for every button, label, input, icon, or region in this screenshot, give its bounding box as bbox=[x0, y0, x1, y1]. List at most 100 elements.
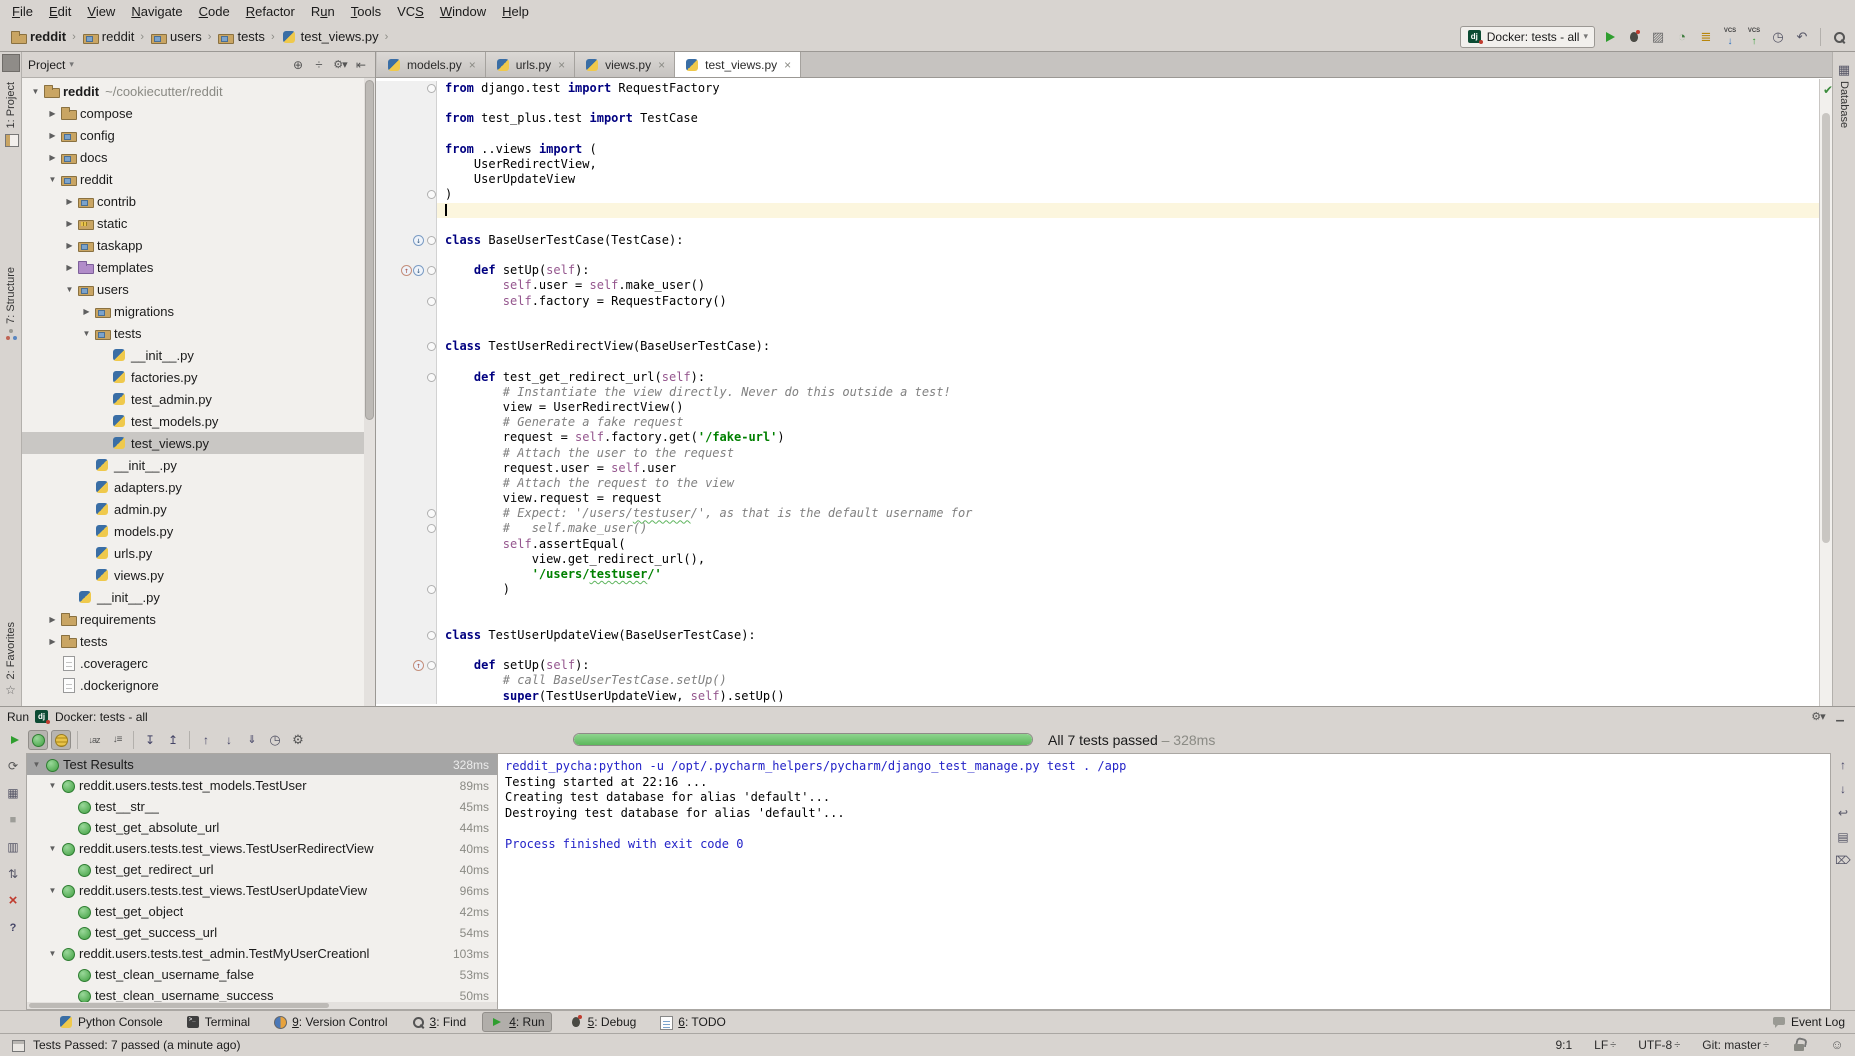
tree-item-templates[interactable]: ▶templates bbox=[22, 256, 375, 278]
fold-marker[interactable] bbox=[426, 81, 437, 96]
test-tree-item-reddit.users.tests.test_views.TestUserUpdateView[interactable]: ▼reddit.users.tests.test_views.TestUserU… bbox=[27, 880, 497, 901]
toggle-auto-test-icon[interactable] bbox=[5, 758, 21, 774]
code-editor[interactable]: from django.test import RequestFactoryfr… bbox=[376, 78, 1819, 706]
expand-all-icon[interactable] bbox=[140, 730, 160, 750]
code-line[interactable] bbox=[376, 248, 1819, 263]
tool-window-tab-terminal[interactable]: Terminal bbox=[179, 1013, 256, 1031]
overrides-marker-icon[interactable]: ↑ bbox=[401, 265, 412, 276]
tree-expand-arrow[interactable]: ▼ bbox=[28, 87, 43, 96]
settings-gear-icon[interactable] bbox=[332, 57, 348, 73]
code-line[interactable]: from ..views import ( bbox=[376, 142, 1819, 157]
tool-window-tab-3-find[interactable]: 3: Find bbox=[404, 1013, 473, 1031]
tree-item-static[interactable]: ▶static bbox=[22, 212, 375, 234]
tree-item-requirements[interactable]: ▶requirements bbox=[22, 608, 375, 630]
tree-item-tests[interactable]: ▶tests bbox=[22, 630, 375, 652]
fold-marker[interactable] bbox=[426, 658, 437, 673]
next-failed-test-icon[interactable] bbox=[219, 730, 239, 750]
tree-item-compose[interactable]: ▶compose bbox=[22, 102, 375, 124]
code-line[interactable] bbox=[376, 218, 1819, 233]
test-history-icon[interactable] bbox=[265, 730, 285, 750]
tree-expand-arrow[interactable]: ▼ bbox=[45, 175, 60, 184]
search-everywhere-icon[interactable] bbox=[1831, 29, 1847, 45]
breadcrumb-item[interactable]: reddit bbox=[8, 28, 68, 46]
hide-panel-icon[interactable] bbox=[353, 57, 369, 73]
collapse-all-icon[interactable] bbox=[311, 57, 327, 73]
tree-expand-arrow[interactable]: ▼ bbox=[45, 949, 60, 958]
menu-item-tools[interactable]: Tools bbox=[343, 2, 389, 21]
code-line[interactable]: from test_plus.test import TestCase bbox=[376, 111, 1819, 126]
tool-window-tab-6-todo[interactable]: 6: TODO bbox=[652, 1013, 732, 1031]
code-line[interactable]: request.user = self.user bbox=[376, 461, 1819, 476]
tree-expand-arrow[interactable]: ▶ bbox=[45, 153, 60, 162]
scrollbar-thumb[interactable] bbox=[1822, 113, 1830, 543]
vcs-update-icon[interactable] bbox=[1722, 29, 1738, 45]
tree-item-taskapp[interactable]: ▶taskapp bbox=[22, 234, 375, 256]
tree-item-reddit[interactable]: ▼reddit bbox=[22, 168, 375, 190]
code-line[interactable] bbox=[376, 203, 1819, 218]
tree-item-__init__.py[interactable]: __init__.py bbox=[22, 586, 375, 608]
menu-item-run[interactable]: Run bbox=[303, 2, 343, 21]
code-line[interactable]: self.assertEqual( bbox=[376, 537, 1819, 552]
code-line[interactable]: # self.make_user() bbox=[376, 521, 1819, 536]
rerun-tests-icon[interactable] bbox=[5, 730, 25, 750]
status-message[interactable]: Tests Passed: 7 passed (a minute ago) bbox=[33, 1038, 240, 1052]
sidebar-tab-favorites[interactable]: 2: Favorites bbox=[3, 622, 19, 698]
run-settings-icon[interactable] bbox=[288, 730, 308, 750]
code-line[interactable]: def test_get_redirect_url(self): bbox=[376, 370, 1819, 385]
concurrency-diagram-icon[interactable] bbox=[1698, 29, 1714, 45]
test-tree-item-TestResults[interactable]: ▼Test Results328ms bbox=[27, 754, 497, 775]
restore-layout-icon[interactable] bbox=[5, 785, 21, 801]
tree-item-config[interactable]: ▶config bbox=[22, 124, 375, 146]
show-statistics-icon[interactable] bbox=[5, 839, 21, 855]
tree-item-models.py[interactable]: models.py bbox=[22, 520, 375, 542]
tree-item-test_models.py[interactable]: test_models.py bbox=[22, 410, 375, 432]
tree-item-__init__.py[interactable]: __init__.py bbox=[22, 344, 375, 366]
fold-marker[interactable] bbox=[426, 187, 437, 202]
close-icon[interactable] bbox=[5, 893, 21, 909]
code-line[interactable]: class TestUserRedirectView(BaseUserTestC… bbox=[376, 339, 1819, 354]
status-segment-utf-8[interactable]: UTF-8÷ bbox=[1638, 1038, 1680, 1052]
run-icon[interactable] bbox=[1602, 29, 1618, 45]
collapse-all-icon[interactable] bbox=[163, 730, 183, 750]
locate-file-icon[interactable] bbox=[290, 57, 306, 73]
status-segment-git-master[interactable]: Git: master÷ bbox=[1702, 1038, 1769, 1052]
breadcrumb-item[interactable]: tests bbox=[215, 28, 266, 46]
tree-item-contrib[interactable]: ▶contrib bbox=[22, 190, 375, 212]
test-tree-item-test__str__[interactable]: test__str__45ms bbox=[27, 796, 497, 817]
status-segment-9-1[interactable]: 9:1 bbox=[1555, 1038, 1572, 1052]
project-panel-title[interactable]: Project bbox=[28, 58, 65, 72]
menu-item-help[interactable]: Help bbox=[494, 2, 537, 21]
tree-expand-arrow[interactable]: ▶ bbox=[79, 307, 94, 316]
run-console[interactable]: reddit_pycha:python -u /opt/.pycharm_hel… bbox=[498, 753, 1831, 1010]
tree-item-__init__.py[interactable]: __init__.py bbox=[22, 454, 375, 476]
unlocked-icon[interactable] bbox=[1791, 1037, 1807, 1053]
sort-alphabetically-icon[interactable] bbox=[84, 730, 104, 750]
menu-item-refactor[interactable]: Refactor bbox=[238, 2, 303, 21]
breadcrumb-item[interactable]: test_views.py bbox=[279, 28, 381, 46]
menu-item-edit[interactable]: Edit bbox=[41, 2, 79, 21]
tree-item-admin.py[interactable]: admin.py bbox=[22, 498, 375, 520]
code-line[interactable] bbox=[376, 96, 1819, 111]
fold-marker[interactable] bbox=[426, 628, 437, 643]
code-line[interactable] bbox=[376, 613, 1819, 628]
tree-item-factories.py[interactable]: factories.py bbox=[22, 366, 375, 388]
overridden-marker-icon[interactable]: ↓ bbox=[413, 235, 424, 246]
code-line[interactable]: # Expect: '/users/testuser/', as that is… bbox=[376, 506, 1819, 521]
tree-item-views.py[interactable]: views.py bbox=[22, 564, 375, 586]
import-test-results-icon[interactable] bbox=[242, 730, 262, 750]
status-segment-lf[interactable]: LF÷ bbox=[1594, 1038, 1616, 1052]
event-log-tab[interactable]: Event Log bbox=[1771, 1014, 1845, 1030]
code-line[interactable]: super(TestUserUpdateView, self).setUp() bbox=[376, 689, 1819, 704]
clear-console-icon[interactable] bbox=[1835, 853, 1851, 869]
code-line[interactable] bbox=[376, 324, 1819, 339]
menu-item-file[interactable]: File bbox=[4, 2, 41, 21]
show-passed-toggle[interactable] bbox=[28, 730, 48, 750]
hide-run-panel-icon[interactable] bbox=[1832, 709, 1848, 725]
scroll-to-top-icon[interactable] bbox=[1835, 757, 1851, 773]
code-line[interactable]: view = UserRedirectView() bbox=[376, 400, 1819, 415]
tool-window-tab-4-run[interactable]: 4: Run bbox=[482, 1012, 551, 1032]
sidebar-tab-database[interactable]: Database bbox=[1836, 62, 1852, 128]
test-tree-item-test_get_redirect_url[interactable]: test_get_redirect_url40ms bbox=[27, 859, 497, 880]
code-line[interactable]: # Instantiate the view directly. Never d… bbox=[376, 385, 1819, 400]
previous-failed-test-icon[interactable] bbox=[196, 730, 216, 750]
